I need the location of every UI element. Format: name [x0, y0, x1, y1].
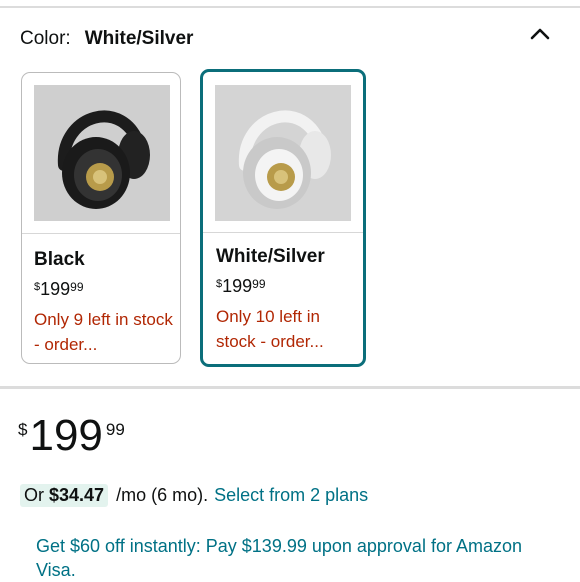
installment-offer: Or $34.47 /mo (6 mo). Select from 2 plan…: [20, 484, 368, 507]
variant-price: $19999: [216, 276, 266, 297]
color-label: Color:: [20, 28, 71, 49]
select-plans-link[interactable]: Select from 2 plans: [214, 485, 368, 506]
price-cents: 99: [252, 277, 266, 291]
variant-price: $19999: [34, 279, 84, 300]
installment-highlight: Or $34.47: [20, 484, 109, 507]
price-cents: 99: [105, 420, 125, 439]
selected-color-value: White/Silver: [84, 28, 194, 49]
installment-prefix: Or: [24, 485, 44, 505]
stock-status: Only 10 left in stock - order...: [216, 307, 324, 351]
top-divider: [0, 6, 580, 8]
stock-status: Only 9 left in stock - order...: [34, 310, 173, 354]
variant-name: Black: [34, 249, 85, 270]
price-cents: 99: [70, 280, 84, 294]
price-currency: $: [18, 420, 28, 439]
variant-card-black[interactable]: Black $19999 Only 9 left in stock - orde…: [21, 72, 181, 364]
installment-term: /mo (6 mo).: [116, 485, 209, 505]
price-currency: $: [216, 278, 223, 290]
installment-amount: $34.47: [49, 485, 105, 505]
variant-image-area: [22, 73, 180, 234]
section-divider: [0, 386, 580, 389]
variant-image-area: [203, 72, 363, 233]
variant-name: White/Silver: [216, 246, 325, 267]
color-selector-header: Color: White/Silver: [20, 26, 193, 52]
price-whole: 199: [40, 279, 71, 299]
chevron-up-icon[interactable]: [526, 22, 554, 46]
price-whole: 199: [29, 411, 103, 460]
variant-card-white-silver[interactable]: White/Silver $19999 Only 10 left in stoc…: [200, 69, 366, 367]
main-price: $ 199 99: [18, 412, 125, 460]
black-headphones-image: [34, 85, 170, 221]
price-whole: 199: [222, 276, 253, 296]
visa-promo-link[interactable]: Get $60 off instantly: Pay $139.99 upon …: [36, 534, 546, 582]
silver-headphones-image: [215, 85, 351, 221]
price-currency: $: [34, 281, 41, 293]
